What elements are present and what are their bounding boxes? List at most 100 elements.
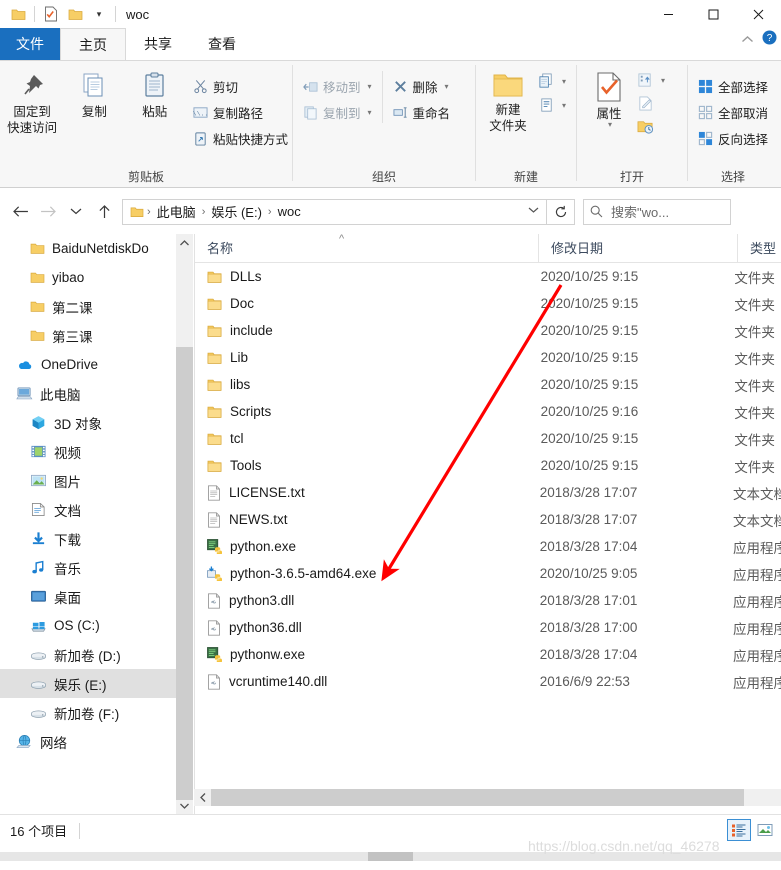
file-name-cell[interactable]: NEWS.txt: [195, 511, 528, 528]
qat-dropdown-icon[interactable]: ▾: [87, 3, 111, 25]
sidebar-item-lesson3[interactable]: 第三课: [0, 321, 176, 350]
table-row[interactable]: vcruntime140.dll 2016/6/9 22:53 应用程序扩展: [195, 668, 781, 695]
sidebar-item-music[interactable]: 音乐: [0, 553, 176, 582]
breadcrumb-item-drive-e[interactable]: 娱乐 (E:): [208, 202, 265, 221]
sidebar-item-drive-d[interactable]: 新加卷 (D:): [0, 640, 176, 669]
sidebar-item-drive-e[interactable]: 娱乐 (E:): [0, 669, 176, 698]
table-row[interactable]: LICENSE.txt 2018/3/28 17:07 文本文档: [195, 479, 781, 506]
table-row[interactable]: NEWS.txt 2018/3/28 17:07 文本文档: [195, 506, 781, 533]
new-folder-icon[interactable]: [63, 3, 87, 25]
file-name-cell[interactable]: Scripts: [195, 404, 529, 419]
table-row[interactable]: python-3.6.5-amd64.exe 2020/10/25 9:05 应用程…: [195, 560, 781, 587]
sidebar-item-baidunetdisk[interactable]: BaiduNetdiskDo: [0, 234, 176, 263]
sidebar-item-3d-objects[interactable]: 3D 对象: [0, 408, 176, 437]
table-row[interactable]: Lib 2020/10/25 9:15 文件夹: [195, 344, 781, 371]
bottom-scroll-thumb[interactable]: [368, 852, 413, 861]
table-row[interactable]: libs 2020/10/25 9:15 文件夹: [195, 371, 781, 398]
table-row[interactable]: python.exe 2018/3/28 17:04 应用程序: [195, 533, 781, 560]
breadcrumb-dropdown-icon[interactable]: [524, 206, 542, 217]
pin-to-quick-access-button[interactable]: 固定到 快速访问: [0, 67, 64, 136]
help-icon[interactable]: ?: [762, 30, 777, 50]
tab-view[interactable]: 查看: [190, 28, 254, 60]
table-row[interactable]: tcl 2020/10/25 9:15 文件夹: [195, 425, 781, 452]
paste-shortcut-button[interactable]: 粘贴快捷方式: [189, 125, 292, 151]
table-row[interactable]: python36.dll 2018/3/28 17:00 应用程序扩展: [195, 614, 781, 641]
maximize-button[interactable]: [691, 0, 736, 28]
up-button[interactable]: [90, 198, 118, 226]
breadcrumb-item-woc[interactable]: woc: [275, 204, 304, 219]
cut-button[interactable]: 剪切: [189, 73, 292, 99]
hscroll-thumb[interactable]: [211, 789, 744, 806]
file-name-cell[interactable]: DLLs: [195, 269, 529, 284]
copy-button[interactable]: 复制: [64, 67, 124, 120]
folder-icon[interactable]: [6, 3, 30, 25]
file-name-cell[interactable]: libs: [195, 377, 529, 392]
sidebar-item-videos[interactable]: 视频: [0, 437, 176, 466]
properties-button[interactable]: 属性 ▾: [585, 67, 633, 129]
file-name-cell[interactable]: pythonw.exe: [195, 647, 528, 662]
sidebar-item-downloads[interactable]: 下载: [0, 524, 176, 553]
copy-to-button[interactable]: 复制到 ▾: [299, 99, 376, 125]
copy-path-button[interactable]: \\.. 复制路径: [189, 99, 292, 125]
delete-button[interactable]: 删除 ▾: [389, 73, 455, 99]
select-all-button[interactable]: 全部选择: [694, 73, 772, 99]
table-row[interactable]: DLLs 2020/10/25 9:15 文件夹: [195, 263, 781, 290]
breadcrumb[interactable]: › 此电脑 › 娱乐 (E:) › woc: [122, 198, 547, 225]
details-view-icon[interactable]: [727, 819, 751, 841]
table-row[interactable]: Tools 2020/10/25 9:15 文件夹: [195, 452, 781, 479]
sidebar-item-documents[interactable]: 文档: [0, 495, 176, 524]
invert-selection-button[interactable]: 反向选择: [694, 125, 772, 151]
table-row[interactable]: python3.dll 2018/3/28 17:01 应用程序扩展: [195, 587, 781, 614]
nav-scroll-up-button[interactable]: [176, 234, 193, 251]
forward-button[interactable]: [34, 198, 62, 226]
sidebar-item-onedrive[interactable]: OneDrive: [0, 350, 176, 379]
new-item-button[interactable]: ▾: [534, 69, 570, 93]
file-name-cell[interactable]: Lib: [195, 350, 529, 365]
file-name-cell[interactable]: python3.dll: [195, 592, 528, 609]
breadcrumb-item-this-pc[interactable]: 此电脑: [154, 202, 199, 221]
properties-icon[interactable]: [39, 3, 63, 25]
new-folder-button[interactable]: 新建 文件夹: [482, 67, 534, 134]
easy-access-button[interactable]: ▾: [534, 93, 570, 117]
column-header-name[interactable]: 名称: [195, 234, 538, 263]
nav-scrollbar[interactable]: [176, 234, 193, 814]
file-name-cell[interactable]: include: [195, 323, 529, 338]
column-header-date[interactable]: 修改日期: [538, 233, 737, 263]
thumbnail-view-icon[interactable]: [753, 819, 777, 841]
recent-locations-button[interactable]: [62, 198, 90, 226]
paste-button[interactable]: 粘贴: [125, 67, 185, 120]
file-name-cell[interactable]: LICENSE.txt: [195, 484, 528, 501]
edit-button[interactable]: [633, 92, 669, 115]
sidebar-item-desktop[interactable]: 桌面: [0, 582, 176, 611]
sidebar-item-network[interactable]: 网络: [0, 727, 176, 756]
table-row[interactable]: include 2020/10/25 9:15 文件夹: [195, 317, 781, 344]
tab-share[interactable]: 共享: [126, 28, 190, 60]
search-input[interactable]: 搜索"wo...: [583, 198, 731, 225]
sidebar-item-this-pc[interactable]: 此电脑: [0, 379, 176, 408]
history-button[interactable]: [633, 115, 669, 138]
file-name-cell[interactable]: python36.dll: [195, 619, 528, 636]
file-name-cell[interactable]: python-3.6.5-amd64.exe: [195, 566, 528, 581]
chevron-up-icon[interactable]: [741, 31, 754, 49]
file-list-hscrollbar[interactable]: [194, 789, 781, 806]
nav-scroll-thumb[interactable]: [176, 347, 193, 800]
tab-home[interactable]: 主页: [60, 28, 126, 60]
table-row[interactable]: pythonw.exe 2018/3/28 17:04 应用程序: [195, 641, 781, 668]
file-name-cell[interactable]: vcruntime140.dll: [195, 673, 528, 690]
file-name-cell[interactable]: Doc: [195, 296, 529, 311]
sidebar-item-yibao[interactable]: yibao: [0, 263, 176, 292]
nav-scroll-down-button[interactable]: [176, 797, 193, 814]
refresh-button[interactable]: [547, 198, 575, 225]
tab-file[interactable]: 文件: [0, 28, 60, 60]
hscroll-left-button[interactable]: [194, 789, 211, 806]
sidebar-item-drive-f[interactable]: 新加卷 (F:): [0, 698, 176, 727]
sidebar-item-lesson2[interactable]: 第二课: [0, 292, 176, 321]
file-name-cell[interactable]: tcl: [195, 431, 529, 446]
back-button[interactable]: [6, 198, 34, 226]
close-button[interactable]: [736, 0, 781, 28]
file-name-cell[interactable]: Tools: [195, 458, 529, 473]
sidebar-item-pictures[interactable]: 图片: [0, 466, 176, 495]
open-with-button[interactable]: ▾: [633, 69, 669, 92]
rename-button[interactable]: 重命名: [389, 99, 455, 125]
minimize-button[interactable]: [646, 0, 691, 28]
